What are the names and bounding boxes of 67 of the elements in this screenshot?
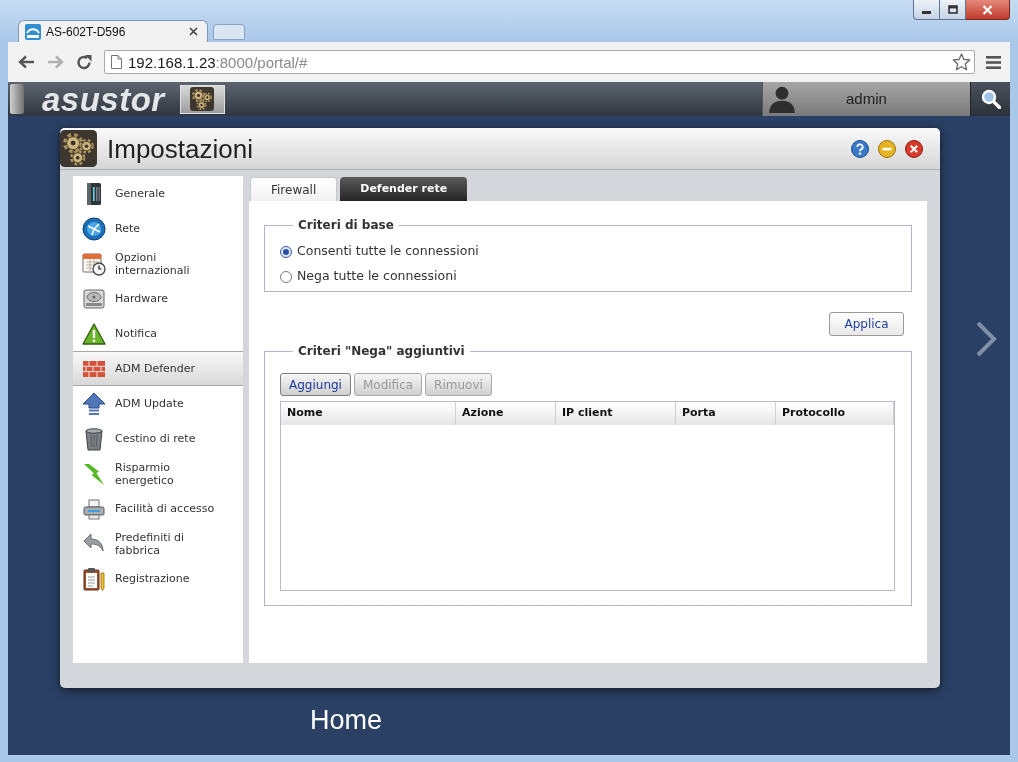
calendar-clock-icon [82,251,106,276]
column-header[interactable]: Nome [281,402,456,425]
brand-logo: asustor [42,82,165,116]
sidebar-item[interactable]: Risparmio energetico [73,456,243,491]
globe-icon [82,216,106,241]
bookmark-star-icon[interactable] [952,53,971,71]
close-icon[interactable] [189,27,198,36]
sidebar-item[interactable]: ADM Defender [73,351,243,386]
help-icon [851,139,869,158]
window-title: Impostazioni [107,135,253,162]
column-header[interactable]: IP client [556,402,676,425]
grip-handle[interactable] [10,84,24,114]
sidebar-item[interactable]: Notifica [73,316,243,351]
reload-icon [76,54,92,70]
clipboard-icon [82,566,106,591]
column-header[interactable]: Protocollo [776,402,894,425]
trash-icon [82,426,106,451]
option-label: Consenti tutte le connessioni [297,242,479,261]
close-icon [905,139,923,158]
sidebar-item[interactable]: Predefiniti di fabbrica [73,526,243,561]
radio-button[interactable] [280,270,292,283]
user-menu[interactable]: admin [762,82,970,116]
minimize-button[interactable] [913,0,940,20]
sidebar-item[interactable]: Cestino di rete [73,421,243,456]
sidebar-item[interactable]: Opzioni internazionali [73,246,243,281]
group-title: Criteri di base [297,217,395,233]
maximize-icon [947,5,958,14]
apply-button[interactable]: Applica [829,312,904,336]
close-button[interactable] [905,139,923,158]
browser-tab[interactable]: AS-602T-D596 [18,20,208,42]
help-button[interactable] [851,139,869,158]
gears-icon [60,130,97,167]
close-window-button[interactable] [966,0,1010,20]
gears-icon [190,87,215,111]
tab[interactable]: Defender rete [340,177,468,201]
sidebar-item[interactable]: Generale [73,176,243,211]
column-header[interactable]: Azione [456,402,556,425]
page-label: Home [310,707,383,734]
user-icon [768,85,796,113]
toolbar-button[interactable]: Aggiungi [280,373,351,396]
close-icon [982,4,993,15]
option-label: Nega tutte le connessioni [297,267,457,286]
minimize-icon [878,139,896,158]
sidebar-item[interactable]: Facilità di accesso [73,491,243,526]
lightning-icon [82,461,106,486]
up-arrow-icon [82,391,106,416]
sidebar-item[interactable]: ADM Update [73,386,243,421]
warning-icon [82,321,106,346]
page-icon [111,55,122,69]
printer-icon [82,496,106,521]
sidebar-item[interactable]: Hardware [73,281,243,316]
address-field[interactable]: 192.168.1.23:8000/portal/# [104,50,975,74]
column-header[interactable]: Porta [676,402,776,425]
group-title: Criteri "Nega" aggiuntivi [297,343,466,359]
favicon-icon [25,23,41,40]
menu-icon [985,55,1001,69]
maximize-button[interactable] [940,0,966,20]
search-icon [980,89,1001,109]
url-text: 192.168.1.23:8000/portal/# [128,54,309,70]
sidebar-item[interactable]: Registrazione [73,561,243,596]
sidebar-item[interactable]: Rete [73,211,243,246]
radio-button[interactable] [280,245,292,258]
settings-app-button[interactable] [179,84,225,114]
minimize-icon [922,10,931,14]
search-button[interactable] [970,82,1010,116]
hard-drive-icon [82,286,106,311]
tab[interactable]: Firewall [250,177,338,201]
